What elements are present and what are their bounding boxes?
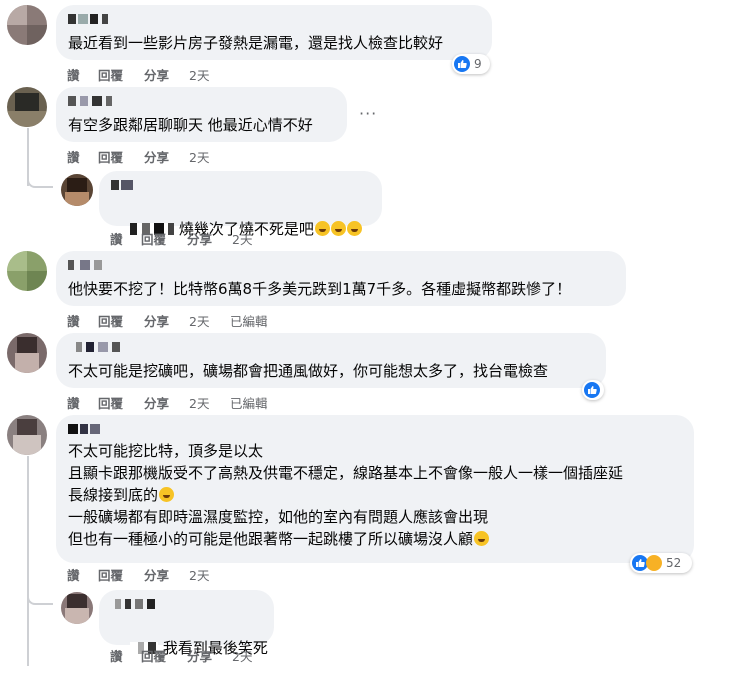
- like-link[interactable]: 讚: [67, 65, 80, 84]
- comment-text-line: 長線接到底的: [68, 485, 175, 505]
- share-link[interactable]: 分享: [144, 65, 169, 84]
- rolling-laughing-emoji: [314, 221, 330, 236]
- like-icon: [584, 382, 600, 398]
- timestamp[interactable]: 2天: [189, 311, 209, 330]
- share-link[interactable]: 分享: [144, 393, 169, 412]
- like-link[interactable]: 讚: [110, 229, 123, 248]
- comment-text-segment: 長線接到底的: [68, 486, 159, 504]
- like-link[interactable]: 讚: [110, 646, 123, 665]
- comment-text-segment: 但也有一種極小的可能是他跟著幣一起跳樓了所以礦場沒人顧: [68, 530, 474, 548]
- like-link[interactable]: 讚: [67, 565, 80, 584]
- edited-label[interactable]: 已編輯: [230, 393, 268, 412]
- avatar[interactable]: [7, 87, 47, 127]
- comment-text-line: 但也有一種極小的可能是他跟著幣一起跳樓了所以礦場沒人顧: [68, 529, 490, 549]
- more-options-button[interactable]: ···: [359, 104, 377, 123]
- timestamp[interactable]: 2天: [189, 147, 209, 166]
- comment-bubble: 他快要不挖了！比特幣6萬8千多美元跌到1萬7千多。各種虛擬幣都跌慘了！: [56, 251, 626, 306]
- reply-thread-line: [27, 178, 53, 188]
- reply-link[interactable]: 回覆: [98, 65, 123, 84]
- comment-text-line: 不太可能挖比特，頂多是以太: [68, 442, 264, 460]
- comment-text: 有空多跟鄰居聊聊天 他最近心情不好: [68, 116, 313, 134]
- reply-link[interactable]: 回覆: [98, 393, 123, 412]
- avatar[interactable]: [61, 174, 93, 206]
- reply-thread-line: [27, 456, 29, 666]
- reaction-summary[interactable]: [582, 380, 604, 400]
- avatar[interactable]: [7, 415, 47, 455]
- reply-link[interactable]: 回覆: [98, 565, 123, 584]
- like-link[interactable]: 讚: [67, 311, 80, 330]
- avatar[interactable]: [7, 333, 47, 373]
- timestamp[interactable]: 2天: [232, 229, 252, 248]
- reaction-summary[interactable]: 52: [630, 553, 692, 573]
- edited-label[interactable]: 已編輯: [230, 311, 268, 330]
- reaction-count: 52: [666, 556, 682, 570]
- rolling-laughing-emoji: [346, 221, 362, 236]
- rolling-laughing-emoji: [330, 221, 346, 236]
- like-icon: [454, 56, 470, 72]
- reply-bubble: 燒幾次了燒不死是吧: [99, 171, 382, 238]
- comment-bubble: 最近看到一些影片房子發熱是漏電，還是找人檢查比較好: [56, 5, 492, 60]
- comment-text: 最近看到一些影片房子發熱是漏電，還是找人檢查比較好: [68, 34, 444, 52]
- reply-link[interactable]: 回覆: [98, 311, 123, 330]
- timestamp[interactable]: 2天: [189, 65, 209, 84]
- avatar[interactable]: [7, 251, 47, 291]
- reply-thread-line: [27, 595, 53, 605]
- timestamp[interactable]: 2天: [232, 646, 252, 665]
- reply-link[interactable]: 回覆: [141, 646, 166, 665]
- reaction-summary[interactable]: 9: [452, 54, 490, 74]
- reaction-count: 9: [474, 57, 482, 71]
- share-link[interactable]: 分享: [144, 147, 169, 166]
- grinning-sweat-emoji: [159, 487, 175, 502]
- haha-icon: [646, 555, 662, 571]
- share-link[interactable]: 分享: [144, 311, 169, 330]
- reply-link[interactable]: 回覆: [141, 229, 166, 248]
- like-link[interactable]: 讚: [67, 393, 80, 412]
- comment-bubble: 不太可能是挖礦吧，礦場都會把通風做好，你可能想太多了，找台電檢查: [56, 333, 606, 388]
- avatar[interactable]: [61, 592, 93, 624]
- share-link[interactable]: 分享: [144, 565, 169, 584]
- comment-text: 他快要不挖了！比特幣6萬8千多美元跌到1萬7千多。各種虛擬幣都跌慘了！: [68, 280, 572, 298]
- comment-text: 不太可能是挖礦吧，礦場都會把通風做好，你可能想太多了，找台電檢查: [68, 362, 549, 380]
- hugging-face-emoji: [474, 531, 490, 546]
- reply-link[interactable]: 回覆: [98, 147, 123, 166]
- avatar[interactable]: [7, 5, 47, 45]
- comment-text-line: 一般礦場都有即時溫濕度監控，如他的室內有問題人應該會出現: [68, 508, 489, 526]
- comment-text-line: 且顯卡跟那機版受不了高熱及供電不穩定，線路基本上不會像一般人一樣一個插座延: [68, 464, 624, 482]
- reply-bubble: 我看到最後笑死: [99, 590, 274, 657]
- comment-bubble: 有空多跟鄰居聊聊天 他最近心情不好: [56, 87, 347, 142]
- comment-bubble: 不太可能挖比特，頂多是以太 且顯卡跟那機版受不了高熱及供電不穩定，線路基本上不會…: [56, 415, 694, 563]
- share-link[interactable]: 分享: [187, 229, 212, 248]
- timestamp[interactable]: 2天: [189, 393, 209, 412]
- timestamp[interactable]: 2天: [189, 565, 209, 584]
- share-link[interactable]: 分享: [187, 646, 212, 665]
- like-link[interactable]: 讚: [67, 147, 80, 166]
